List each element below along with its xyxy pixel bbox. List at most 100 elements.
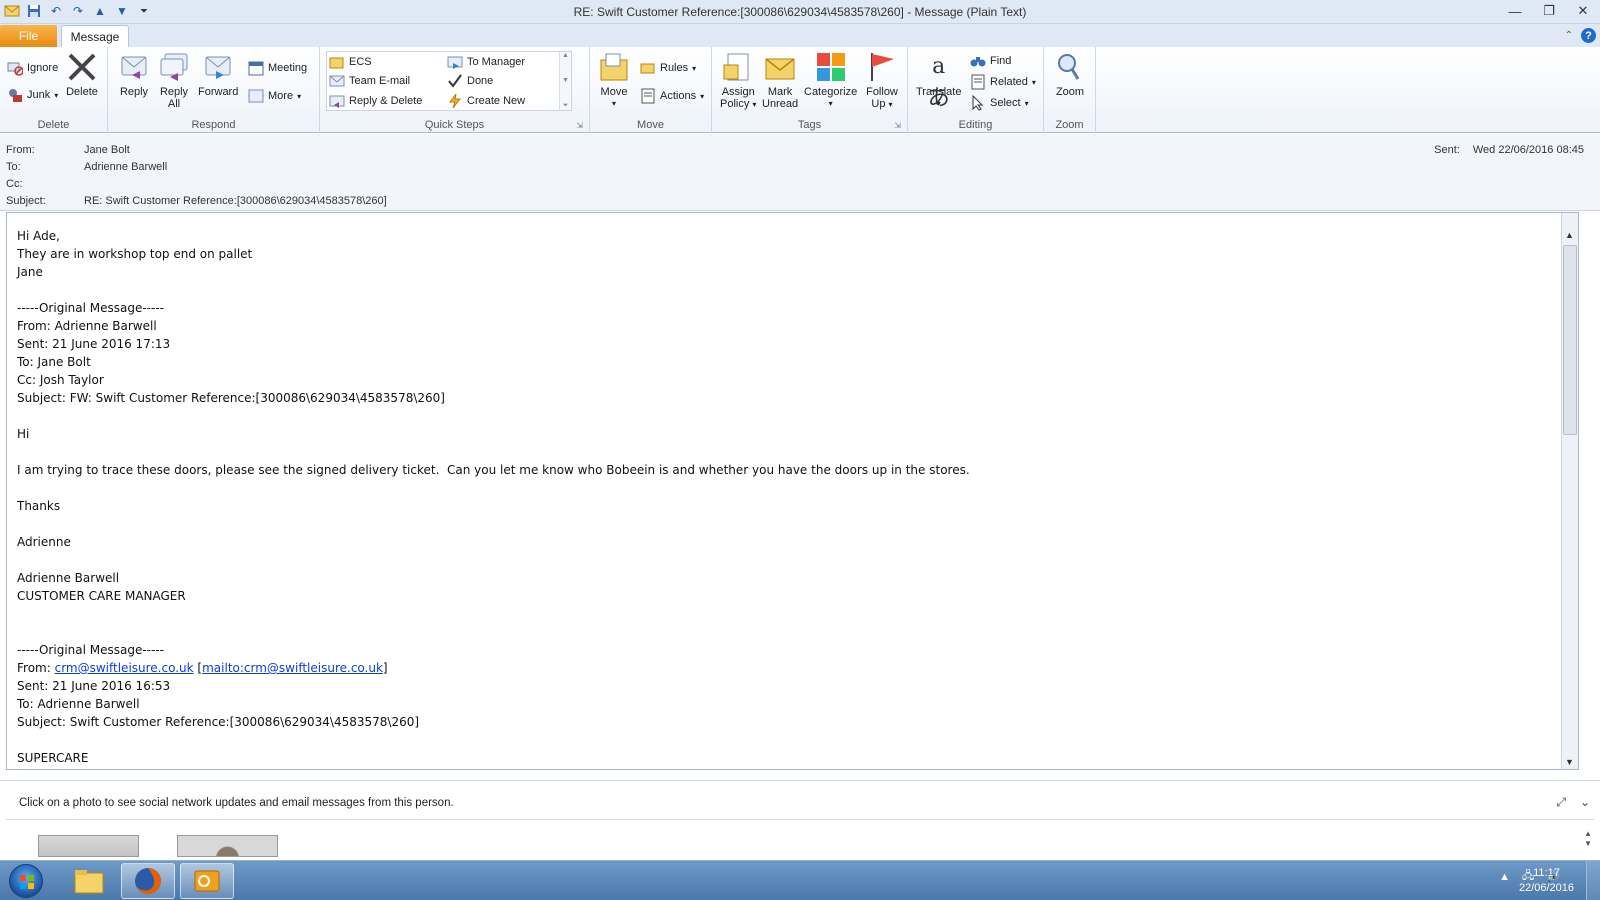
scroll-up-icon[interactable]: ▲ (562, 52, 569, 59)
minimize-icon[interactable]: — (1498, 0, 1532, 22)
body-line (17, 407, 970, 425)
ignore-button[interactable]: Ignore (7, 59, 58, 77)
body-line-from-links: From: crm@swiftleisure.co.uk [mailto:crm… (17, 661, 388, 675)
expand-gallery-icon[interactable]: ⏷ (563, 102, 569, 110)
cursor-icon (970, 94, 986, 111)
quick-step-ecs[interactable]: ECS (329, 53, 372, 71)
dialog-launcher-icon[interactable]: ⇲ (894, 121, 901, 130)
quick-step-reply-delete[interactable]: Reply & Delete (329, 92, 422, 110)
show-hidden-icons-icon[interactable]: ▲ (1499, 871, 1510, 883)
quick-step-done[interactable]: Done (447, 72, 493, 90)
ribbon: Ignore Junk ▾ Delete Delete Reply Reply … (0, 47, 1600, 133)
scroll-down-icon[interactable]: ▼ (562, 77, 569, 84)
crm-email-link[interactable]: crm@swiftleisure.co.uk (55, 661, 194, 675)
team-email-icon (329, 73, 345, 89)
junk-icon (7, 87, 23, 103)
group-label-quick-steps: Quick Steps (424, 119, 485, 131)
scroll-down-icon[interactable]: ▼ (1562, 754, 1577, 769)
body-line: Sent: 21 June 2016 17:13 (17, 337, 171, 351)
delete-button[interactable]: Delete (66, 51, 98, 98)
header-cc: Cc: (6, 178, 23, 190)
sender-name[interactable]: Jane Bolt (84, 144, 130, 156)
reply-all-button[interactable]: Reply All (158, 51, 190, 110)
junk-button[interactable]: Junk ▾ (7, 86, 58, 104)
group-quick-steps: ECS Team E-mail Reply & Delete To Manage… (320, 47, 590, 133)
body-line: To: Adrienne Barwell (17, 697, 140, 711)
message-header: From: Jane Bolt To: Adrienne Barwell Cc:… (0, 134, 1600, 211)
close-icon[interactable]: ✕ (1566, 0, 1600, 22)
body-line: Sent: 21 June 2016 16:53 (17, 679, 171, 693)
body-scrollbar[interactable]: ▲ ▼ (1561, 213, 1578, 769)
chevron-down-icon: ▾ (54, 90, 59, 100)
body-line: Adrienne Barwell (17, 571, 120, 585)
group-label-zoom: Zoom (1055, 119, 1084, 131)
quick-step-create-new[interactable]: Create New (447, 92, 525, 110)
mailto-link[interactable]: mailto:crm@swiftleisure.co.uk (202, 661, 383, 675)
recipient-name[interactable]: Adrienne Barwell (84, 161, 167, 173)
ribbon-tabs: File Message ⌃ ? (0, 24, 1600, 48)
lightning-icon (447, 93, 463, 109)
body-line: Subject: FW: Swift Customer Reference:[3… (17, 391, 445, 405)
tab-file[interactable]: File (0, 25, 57, 47)
flag-icon (866, 51, 898, 83)
people-photos (38, 835, 278, 857)
scroll-thumb[interactable] (1563, 245, 1577, 435)
body-line: Subject: Swift Customer Reference:[30008… (17, 715, 420, 729)
select-button[interactable]: Select ▾ (970, 94, 1029, 112)
dialog-launcher-icon[interactable]: ⇲ (576, 121, 583, 130)
assign-policy-button[interactable]: Assign Policy ▾ (720, 51, 756, 111)
translate-icon: aあ (927, 54, 950, 111)
taskbar-explorer[interactable] (62, 863, 116, 899)
firefox-icon (135, 868, 161, 894)
zoom-button[interactable]: Zoom (1054, 51, 1086, 98)
meeting-button[interactable]: Meeting (248, 59, 307, 77)
people-scroll[interactable]: ▲ ▼ (1584, 829, 1592, 849)
quick-step-team-email[interactable]: Team E-mail (329, 72, 410, 90)
window-controls: — ❐ ✕ (1498, 0, 1600, 22)
message-body[interactable]: Hi Ade, They are in workshop top end on … (6, 212, 1579, 770)
taskbar-firefox[interactable] (121, 863, 175, 899)
person-photo[interactable] (38, 835, 139, 857)
group-zoom: Zoom Zoom (1044, 47, 1096, 133)
scroll-up-icon[interactable]: ▲ (1562, 227, 1577, 242)
taskbar-clock[interactable]: 11:17 22/06/2016 (1519, 866, 1574, 896)
body-line: I am trying to trace these doors, please… (17, 463, 970, 477)
reply-icon (118, 51, 150, 83)
collapse-pane-icon[interactable]: ⌄ (1580, 795, 1590, 810)
minimize-ribbon-icon[interactable]: ⌃ (1565, 30, 1573, 41)
taskbar-outlook[interactable] (180, 863, 234, 899)
chevron-down-icon: ▾ (752, 100, 757, 109)
forward-button[interactable]: Forward (198, 51, 238, 98)
body-line: Hi Ade, (17, 229, 60, 243)
more-respond-button[interactable]: More ▾ (248, 87, 301, 105)
chevron-down-icon: ▾ (888, 100, 893, 109)
subject-value: RE: Swift Customer Reference:[300086\629… (84, 195, 387, 207)
chevron-down-icon: ▾ (297, 91, 302, 101)
quick-steps-gallery: ECS Team E-mail Reply & Delete To Manage… (326, 51, 572, 111)
reply-button[interactable]: Reply (118, 51, 150, 98)
rules-button[interactable]: Rules ▾ (640, 59, 696, 77)
related-button[interactable]: Related ▾ (970, 73, 1036, 91)
body-line: They are in workshop top end on pallet (17, 247, 253, 261)
help-icon[interactable]: ? (1581, 28, 1596, 43)
sent-date: Wed 22/06/2016 08:45 (1472, 144, 1584, 156)
quick-steps-scroll[interactable]: ▲ ▼ ⏷ (559, 52, 571, 110)
categorize-button[interactable]: Categorize ▾ (804, 51, 857, 110)
quick-step-to-manager[interactable]: To Manager (447, 53, 525, 71)
tab-message[interactable]: Message (61, 25, 129, 48)
outlook-icon (194, 870, 220, 892)
restore-icon[interactable]: ❐ (1532, 0, 1566, 22)
actions-button[interactable]: Actions ▾ (640, 87, 704, 105)
follow-up-button[interactable]: Follow Up ▾ (866, 51, 898, 111)
show-desktop-button[interactable] (1586, 861, 1600, 900)
mark-unread-button[interactable]: Mark Unread (762, 51, 798, 110)
body-line (17, 605, 970, 623)
expand-pane-icon[interactable]: ⤢ (1556, 795, 1566, 810)
start-button[interactable] (4, 862, 48, 900)
person-photo[interactable] (177, 835, 278, 857)
forward-icon (202, 51, 234, 83)
translate-button[interactable]: aあ Translate ▾ (916, 51, 961, 111)
group-label-editing: Editing (958, 119, 993, 131)
move-button[interactable]: Move ▾ (598, 51, 630, 110)
find-button[interactable]: Find (970, 52, 1011, 70)
